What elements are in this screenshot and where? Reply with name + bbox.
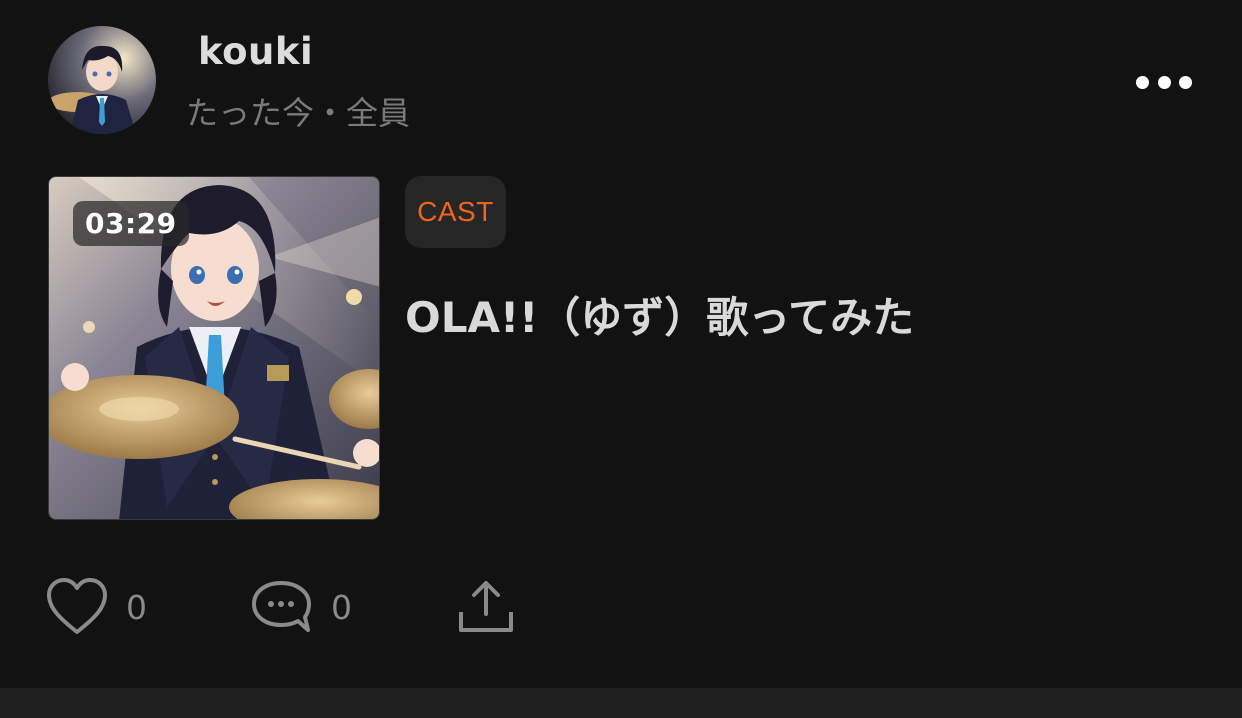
more-horizontal-icon bbox=[1136, 75, 1149, 89]
category-tag[interactable]: CAST bbox=[405, 176, 506, 248]
comment-button[interactable]: 0 bbox=[251, 576, 352, 638]
media-thumbnail[interactable]: 03:29 bbox=[48, 176, 380, 520]
like-button[interactable]: 0 bbox=[46, 576, 147, 638]
heart-icon bbox=[47, 578, 107, 634]
comment-count: 0 bbox=[331, 587, 352, 627]
post-meta: たった今・全員 bbox=[186, 94, 411, 132]
duration-badge: 03:29 bbox=[73, 201, 189, 246]
more-options-button[interactable] bbox=[1128, 62, 1200, 102]
author-avatar[interactable] bbox=[48, 26, 156, 134]
share-upload-icon bbox=[459, 581, 513, 632]
post-separator bbox=[0, 688, 1242, 718]
post-card: kouki たった今・全員 03:29 CAST OLA!!（ゆず）歌ってみた … bbox=[0, 0, 1242, 688]
more-dot bbox=[1179, 75, 1192, 89]
share-button[interactable] bbox=[456, 576, 516, 638]
author-name[interactable]: kouki bbox=[198, 30, 313, 73]
comment-bubble-icon bbox=[252, 581, 311, 632]
like-count: 0 bbox=[126, 587, 147, 627]
avatar-image bbox=[48, 26, 156, 134]
post-title[interactable]: OLA!!（ゆず）歌ってみた bbox=[405, 284, 914, 345]
more-dot bbox=[1157, 75, 1171, 89]
